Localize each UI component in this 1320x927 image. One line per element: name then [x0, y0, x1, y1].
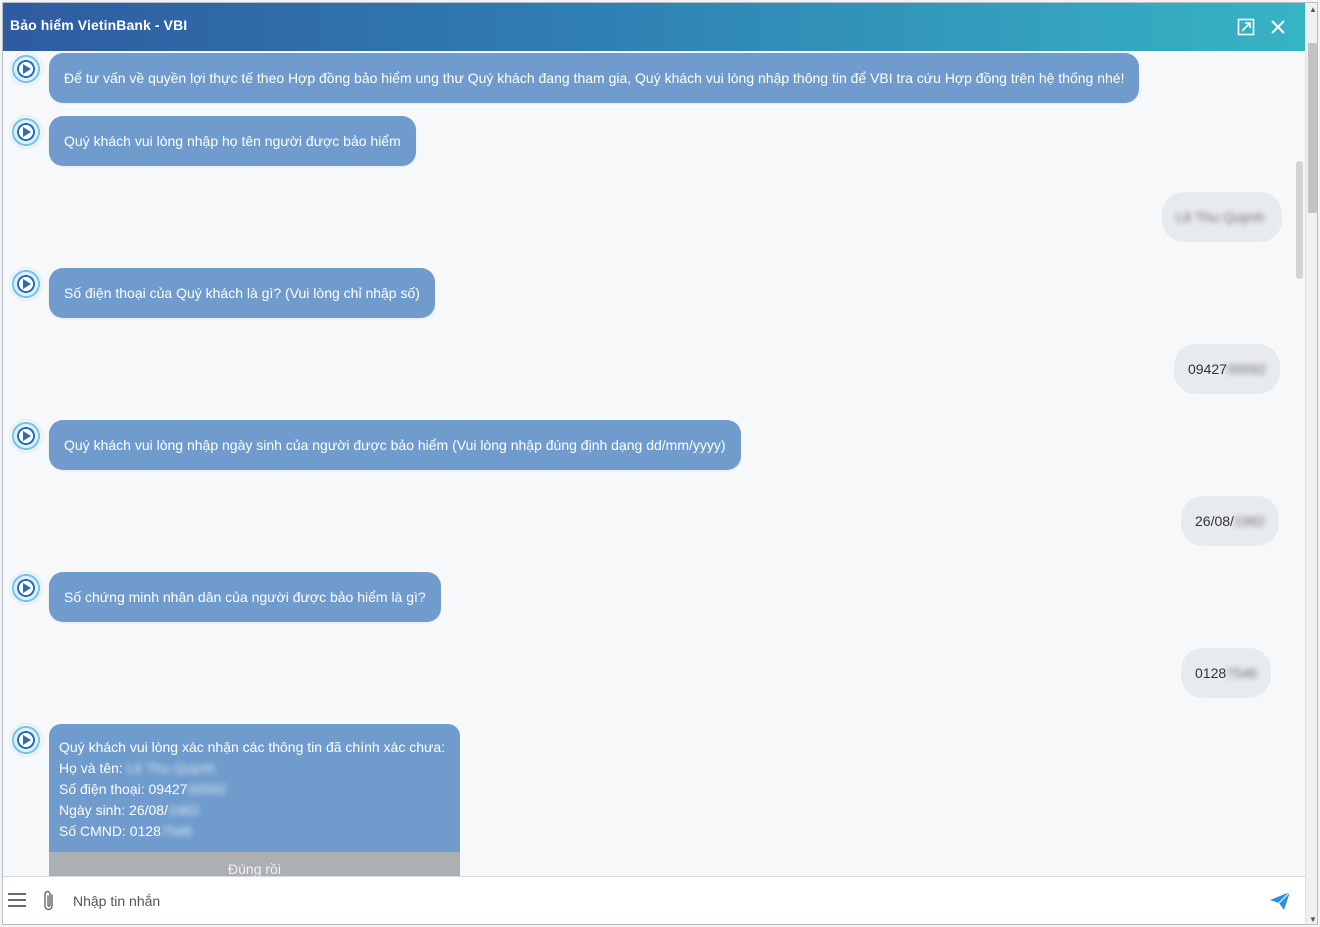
scroll-down-arrow-icon[interactable]: ▼: [1309, 915, 1317, 924]
confirm-yes-button[interactable]: Đúng rồi: [49, 852, 460, 876]
bot-avatar-icon: [10, 53, 42, 85]
confirm-dob-label: Ngày sinh: 26/08/: [59, 802, 168, 818]
redacted-text: Lê Thu Quỳnh: [1176, 209, 1265, 225]
scroll-up-arrow-icon[interactable]: ▲: [1309, 5, 1317, 14]
composer-bar: [3, 876, 1305, 924]
confirm-phone-label: Số điện thoại: 09427: [59, 781, 188, 797]
confirm-dob-row: Ngày sinh: 26/08/1982: [59, 800, 450, 821]
chat-scrollbar[interactable]: [1294, 51, 1304, 876]
window-scrollbar[interactable]: ▲ ▼: [1305, 3, 1317, 924]
chat-scroll-thumb[interactable]: [1296, 161, 1303, 279]
attach-icon[interactable]: [41, 889, 57, 913]
user-message: Lê Thu Quỳnh: [1162, 192, 1282, 242]
redacted-text: 1982: [167, 802, 200, 818]
window-title: Bảo hiểm VietinBank - VBI: [10, 17, 188, 33]
bot-avatar-icon: [10, 116, 42, 148]
message-text: 26/08/: [1195, 513, 1234, 529]
confirm-id-label: Số CMND: 0128: [59, 823, 161, 839]
bot-message: Số điện thoại của Quý khách là gì? (Vui …: [49, 268, 435, 318]
user-message: 26/08/1982: [1181, 496, 1280, 546]
bot-message: Để tư vấn về quyền lợi thực tế theo Hợp …: [49, 53, 1140, 103]
redacted-text: 7546: [160, 823, 193, 839]
expand-icon[interactable]: [1234, 15, 1258, 39]
message-list: Để tư vấn về quyền lợi thực tế theo Hợp …: [3, 51, 1293, 876]
title-bar: Bảo hiểm VietinBank - VBI: [3, 3, 1305, 51]
bot-avatar-icon: [10, 572, 42, 604]
confirm-name-row: Họ và tên: Lê Thu Quỳnh: [59, 758, 450, 779]
confirm-card: Quý khách vui lòng xác nhận các thông ti…: [49, 724, 460, 876]
confirm-name-label: Họ và tên:: [59, 760, 127, 776]
bot-avatar-icon: [10, 724, 42, 756]
redacted-text: 7546: [1226, 665, 1258, 681]
confirm-id-row: Số CMND: 01287546: [59, 821, 450, 842]
message-text: 09427: [1188, 361, 1227, 377]
bot-avatar-icon: [10, 268, 42, 300]
chat-window: Bảo hiểm VietinBank - VBI ▲ ▼ Để tư vấn …: [2, 2, 1318, 925]
bot-message: Quý khách vui lòng nhập họ tên người đượ…: [49, 116, 416, 166]
redacted-text: 00092: [187, 781, 227, 797]
user-message: 0942700092: [1174, 344, 1280, 394]
message-input[interactable]: [67, 887, 1247, 915]
bot-message: Số chứng minh nhân dân của người được bả…: [49, 572, 441, 622]
confirm-heading: Quý khách vui lòng xác nhận các thông ti…: [59, 739, 446, 755]
send-icon[interactable]: [1269, 891, 1291, 911]
confirm-phone-row: Số điện thoại: 0942700092: [59, 779, 450, 800]
menu-icon[interactable]: [7, 892, 27, 908]
redacted-text: 00092: [1226, 361, 1266, 377]
bot-avatar-icon: [10, 420, 42, 452]
bot-message: Quý khách vui lòng nhập ngày sinh của ng…: [49, 420, 741, 470]
user-message: 01287546: [1181, 648, 1272, 698]
close-icon[interactable]: [1266, 15, 1290, 39]
redacted-text: 1982: [1233, 513, 1266, 529]
window-scroll-thumb[interactable]: [1308, 43, 1317, 213]
message-text: 0128: [1195, 665, 1227, 681]
redacted-text: Lê Thu Quỳnh: [126, 760, 216, 776]
